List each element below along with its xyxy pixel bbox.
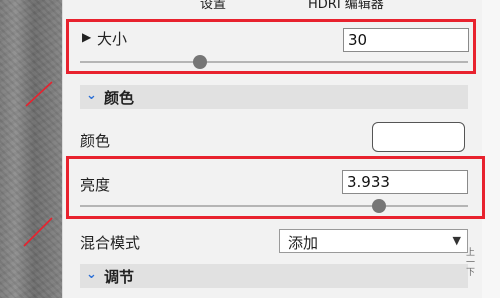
adjust-section-header[interactable]: ⌄ 调节 (80, 264, 468, 288)
side-text-line: 下 (466, 268, 476, 278)
chevron-down-icon: ⌄ (86, 267, 97, 282)
highlight-box-brightness (66, 156, 485, 219)
dropdown-arrow-icon: ▼ (452, 234, 461, 247)
tab-hdri-editor[interactable]: HDRI 编辑器 (308, 0, 384, 12)
annotation-arrow-bottom (23, 217, 53, 247)
tab-settings[interactable]: 设置 (200, 0, 226, 12)
side-text-line: 一 (466, 258, 476, 268)
adjust-section-title: 调节 (104, 268, 135, 286)
blend-mode-label: 混合模式 (80, 234, 141, 252)
side-text-line: 上 (466, 248, 476, 258)
annotation-arrows (23, 81, 53, 247)
highlight-box-size (66, 19, 476, 74)
blend-mode-dropdown[interactable]: 添加 ▼ (279, 229, 468, 253)
color-swatch[interactable] (372, 122, 465, 152)
right-strip (482, 0, 500, 298)
chevron-down-icon: ⌄ (86, 88, 97, 103)
color-section-title: 颜色 (104, 89, 135, 107)
annotation-arrow-top (25, 81, 53, 107)
side-scroll-text: 上 一 下 (466, 248, 475, 278)
blend-mode-value: 添加 (288, 234, 319, 252)
tab-bar: 设置 HDRI 编辑器 (62, 0, 482, 14)
color-label: 颜色 (80, 132, 111, 150)
color-section-header[interactable]: ⌄ 颜色 (80, 85, 468, 109)
